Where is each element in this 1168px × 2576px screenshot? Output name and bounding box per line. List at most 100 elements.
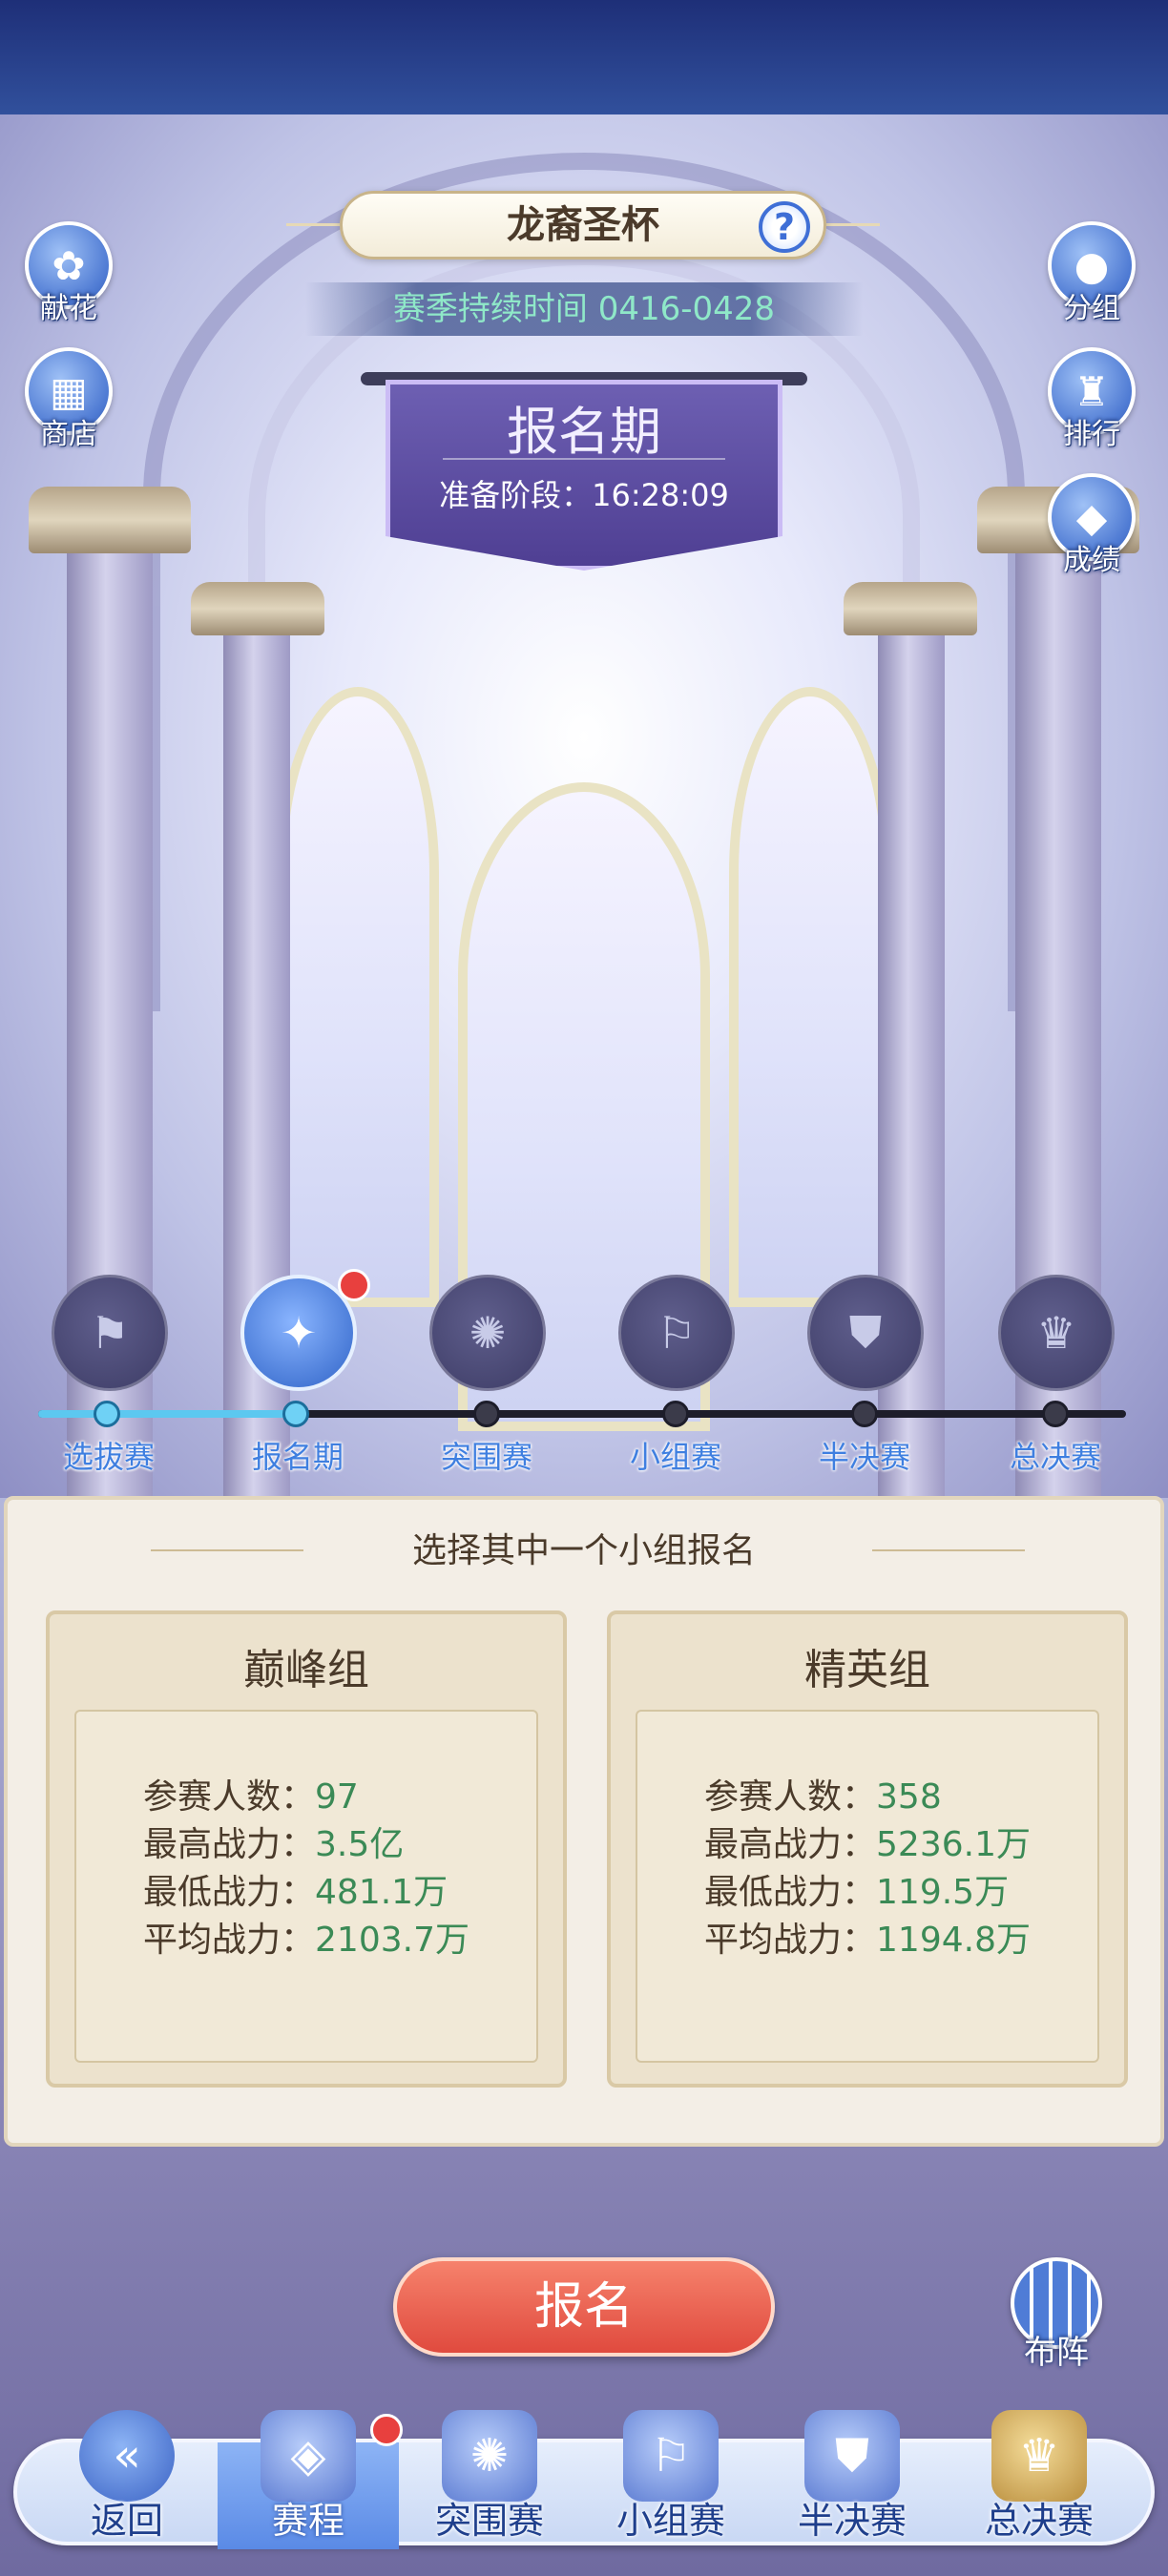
stat-label: 参赛人数： bbox=[704, 1777, 877, 1817]
stat-row: 最高战力：5236.1万 bbox=[704, 1817, 1031, 1866]
group-button[interactable]: ● 分组 bbox=[1044, 221, 1139, 326]
phase-countdown: 准备阶段：16:28:09 bbox=[439, 477, 729, 513]
stat-label: 最高战力： bbox=[704, 1825, 877, 1864]
stat-value: 119.5万 bbox=[876, 1873, 1010, 1912]
stage-node-5 bbox=[851, 1401, 878, 1427]
stat-row: 平均战力：1194.8万 bbox=[704, 1912, 1031, 1962]
stat-label: 平均战力： bbox=[143, 1921, 316, 1960]
event-title: 龙裔圣杯 bbox=[507, 203, 659, 247]
register-button[interactable]: 报名 bbox=[393, 2257, 775, 2357]
stage-final-button[interactable]: ♛ bbox=[998, 1275, 1115, 1391]
stat-label: 最低战力： bbox=[704, 1873, 877, 1912]
help-question-icon[interactable]: ? bbox=[759, 201, 810, 253]
stat-value: 358 bbox=[876, 1777, 942, 1817]
season-duration: 赛季持续时间 0416-0428 bbox=[305, 282, 863, 336]
registration-book-icon: ✦ bbox=[280, 1307, 318, 1359]
group-selection-panel: 选择其中一个小组报名 巅峰组 参赛人数：97 最高战力：3.5亿 最低战力：48… bbox=[4, 1496, 1164, 2147]
event-title-banner: 龙裔圣杯 ? bbox=[340, 191, 826, 260]
phase-banner: 报名期 准备阶段：16:28:09 bbox=[361, 372, 807, 599]
stage-selection-button[interactable]: ⚑ bbox=[52, 1275, 168, 1391]
stat-value: 481.1万 bbox=[315, 1873, 448, 1912]
stage-label-group: 小组赛 bbox=[629, 1439, 721, 1475]
nav-group-stage-label: 小组赛 bbox=[615, 2500, 725, 2542]
phase-title: 报名期 bbox=[507, 402, 661, 462]
phase-divider bbox=[443, 458, 725, 460]
stat-value: 3.5亿 bbox=[315, 1825, 405, 1864]
formation-label: 布阵 bbox=[1024, 2334, 1089, 2372]
stage-node-3 bbox=[473, 1401, 500, 1427]
semifinal-icon: ⛊ bbox=[804, 2410, 900, 2502]
stage-node-6 bbox=[1042, 1401, 1069, 1427]
nav-back[interactable]: « 返回 bbox=[36, 2410, 218, 2549]
top-status-bar bbox=[0, 0, 1168, 114]
final-trophy-icon: ♛ bbox=[1036, 1307, 1076, 1359]
group-label: 分组 bbox=[1063, 292, 1120, 325]
nav-final[interactable]: ♛ 总决赛 bbox=[949, 2410, 1130, 2549]
stage-label-registration: 报名期 bbox=[251, 1439, 344, 1475]
stage-group-button[interactable]: ⚐ bbox=[618, 1275, 735, 1391]
stat-row: 最高战力：3.5亿 bbox=[143, 1817, 404, 1866]
breakout-icon: ✺ bbox=[442, 2410, 537, 2502]
scorecard-label: 成绩 bbox=[1063, 544, 1120, 577]
stat-label: 平均战力： bbox=[704, 1921, 877, 1960]
stat-label: 参赛人数： bbox=[143, 1777, 316, 1817]
group-stage-icon: ⚐ bbox=[623, 2410, 719, 2502]
group-card-elite[interactable]: 精英组 参赛人数：358 最高战力：5236.1万 最低战力：119.5万 平均… bbox=[607, 1610, 1128, 2088]
group-name: 精英组 bbox=[804, 1646, 930, 1694]
final-icon: ♛ bbox=[991, 2410, 1087, 2502]
nav-back-label: 返回 bbox=[90, 2500, 163, 2542]
stat-row: 参赛人数：97 bbox=[143, 1769, 359, 1818]
stage-label-semifinal: 半决赛 bbox=[818, 1439, 910, 1475]
stage-label-selection: 选拔赛 bbox=[62, 1439, 155, 1475]
flower-label: 献花 bbox=[40, 292, 97, 325]
semifinal-shield-icon: ⛊ bbox=[848, 1306, 883, 1358]
back-icon: « bbox=[79, 2410, 175, 2502]
stage-semifinal-button[interactable]: ⛊ bbox=[807, 1275, 924, 1391]
title-ribbon-left bbox=[286, 223, 340, 226]
stained-window-right bbox=[729, 687, 891, 1307]
title-ribbon-right bbox=[826, 223, 880, 226]
stat-row: 最低战力：481.1万 bbox=[143, 1864, 448, 1914]
schedule-icon: ◈ bbox=[261, 2410, 356, 2502]
nav-breakout[interactable]: ✺ 突围赛 bbox=[399, 2410, 580, 2549]
capital-left-outer bbox=[29, 487, 191, 553]
nav-schedule[interactable]: ◈ 赛程 bbox=[218, 2410, 403, 2549]
stage-label-final: 总决赛 bbox=[1009, 1439, 1101, 1475]
group-name: 巅峰组 bbox=[243, 1646, 369, 1694]
stat-row: 参赛人数：358 bbox=[704, 1769, 942, 1818]
nav-semifinal[interactable]: ⛊ 半决赛 bbox=[761, 2410, 943, 2549]
nav-group-stage[interactable]: ⚐ 小组赛 bbox=[580, 2410, 761, 2549]
capital-right-inner bbox=[844, 582, 977, 635]
stage-breakout-button[interactable]: ✺ bbox=[429, 1275, 546, 1391]
stage-node-1 bbox=[94, 1401, 120, 1427]
stat-value: 1194.8万 bbox=[876, 1921, 1031, 1960]
nav-breakout-label: 突围赛 bbox=[434, 2500, 544, 2542]
stat-row: 平均战力：2103.7万 bbox=[143, 1912, 469, 1962]
stat-label: 最高战力： bbox=[143, 1825, 316, 1864]
ranking-button[interactable]: ♜ 排行 bbox=[1044, 347, 1139, 452]
stage-node-4 bbox=[662, 1401, 689, 1427]
stage-label-breakout: 突围赛 bbox=[440, 1439, 532, 1475]
formation-button[interactable]: 布阵 bbox=[1004, 2257, 1109, 2372]
breakout-banner-icon: ✺ bbox=[469, 1307, 507, 1359]
nav-schedule-label: 赛程 bbox=[271, 2500, 344, 2542]
group-card-peak[interactable]: 巅峰组 参赛人数：97 最高战力：3.5亿 最低战力：481.1万 平均战力：2… bbox=[46, 1610, 567, 2088]
shop-label: 商店 bbox=[40, 418, 97, 451]
nav-semifinal-label: 半决赛 bbox=[797, 2500, 907, 2542]
stained-window-left bbox=[277, 687, 439, 1307]
nav-notification-dot bbox=[370, 2414, 403, 2446]
stat-value: 5236.1万 bbox=[876, 1825, 1031, 1864]
stat-value: 97 bbox=[315, 1777, 359, 1817]
stat-value: 2103.7万 bbox=[315, 1921, 469, 1960]
bottom-nav: « 返回 ◈ 赛程 ✺ 突围赛 ⚐ 小组赛 ⛊ 半决赛 ♛ 总决赛 bbox=[13, 2410, 1155, 2549]
shop-button[interactable]: ▦ 商店 bbox=[21, 347, 116, 452]
stat-row: 最低战力：119.5万 bbox=[704, 1864, 1009, 1914]
scorecard-button[interactable]: ◆ 成绩 bbox=[1044, 473, 1139, 578]
flower-button[interactable]: ✿ 献花 bbox=[21, 221, 116, 326]
group-flag-icon: ⚐ bbox=[657, 1307, 697, 1359]
panel-deco-right bbox=[872, 1549, 1025, 1551]
panel-title: 选择其中一个小组报名 bbox=[411, 1531, 756, 1570]
group-stats-box: 参赛人数：358 最高战力：5236.1万 最低战力：119.5万 平均战力：1… bbox=[636, 1710, 1099, 2063]
nav-final-label: 总决赛 bbox=[984, 2500, 1094, 2542]
group-stats-box: 参赛人数：97 最高战力：3.5亿 最低战力：481.1万 平均战力：2103.… bbox=[74, 1710, 538, 2063]
